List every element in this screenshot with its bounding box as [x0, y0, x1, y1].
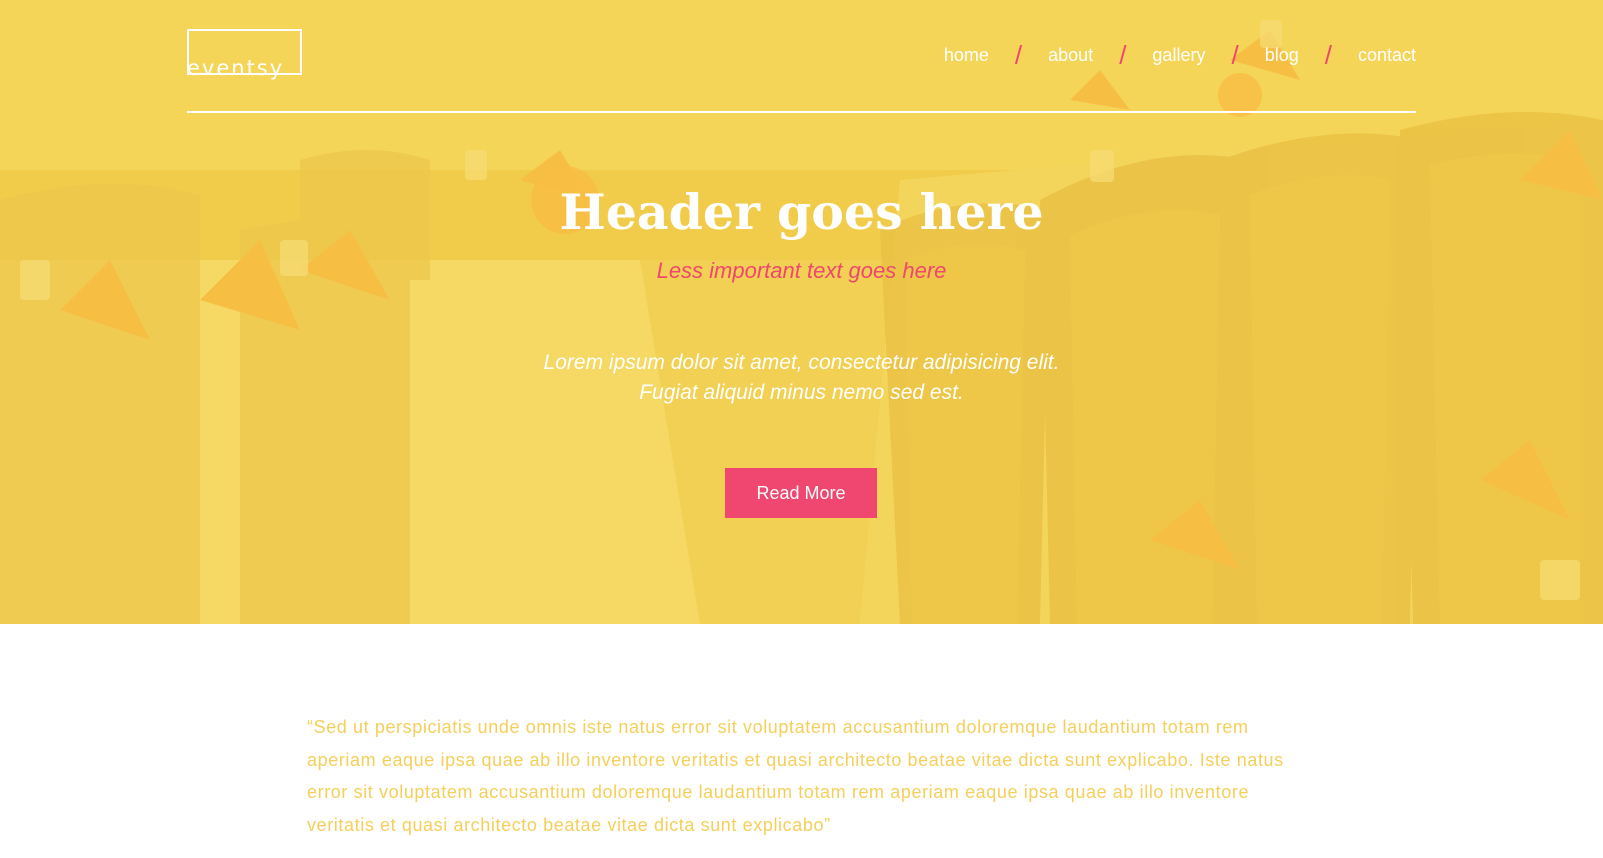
- logo-text: eventsy: [187, 56, 285, 80]
- hero-description-line-2: Fugiat aliquid minus nemo sed est.: [639, 381, 964, 404]
- hero-section: eventsy home / about / gallery / blog / …: [0, 0, 1603, 624]
- hero-subtitle: Less important text goes here: [656, 258, 947, 283]
- nav-item-about[interactable]: about: [1048, 40, 1093, 70]
- read-more-button[interactable]: Read More: [725, 468, 877, 518]
- hero-description-line-1: Lorem ipsum dolor sit amet, consectetur …: [543, 351, 1060, 374]
- nav-item-gallery[interactable]: gallery: [1152, 40, 1205, 70]
- top-bar: eventsy home / about / gallery / blog / …: [187, 29, 1416, 113]
- nav-separator: /: [1119, 40, 1127, 70]
- nav-item-home[interactable]: home: [944, 40, 989, 70]
- nav-item-contact[interactable]: contact: [1358, 40, 1416, 70]
- logo[interactable]: eventsy: [187, 29, 302, 80]
- quote-text: “Sed ut perspiciatis unde omnis iste nat…: [307, 717, 1284, 835]
- hero-description: Lorem ipsum dolor sit amet, consectetur …: [0, 348, 1603, 408]
- nav-item-blog[interactable]: blog: [1265, 40, 1299, 70]
- main-nav: home / about / gallery / blog / contact: [944, 40, 1416, 70]
- nav-separator: /: [1324, 40, 1332, 70]
- hero-title: Header goes here: [559, 183, 1044, 241]
- nav-separator: /: [1014, 40, 1023, 70]
- nav-separator: /: [1231, 40, 1239, 70]
